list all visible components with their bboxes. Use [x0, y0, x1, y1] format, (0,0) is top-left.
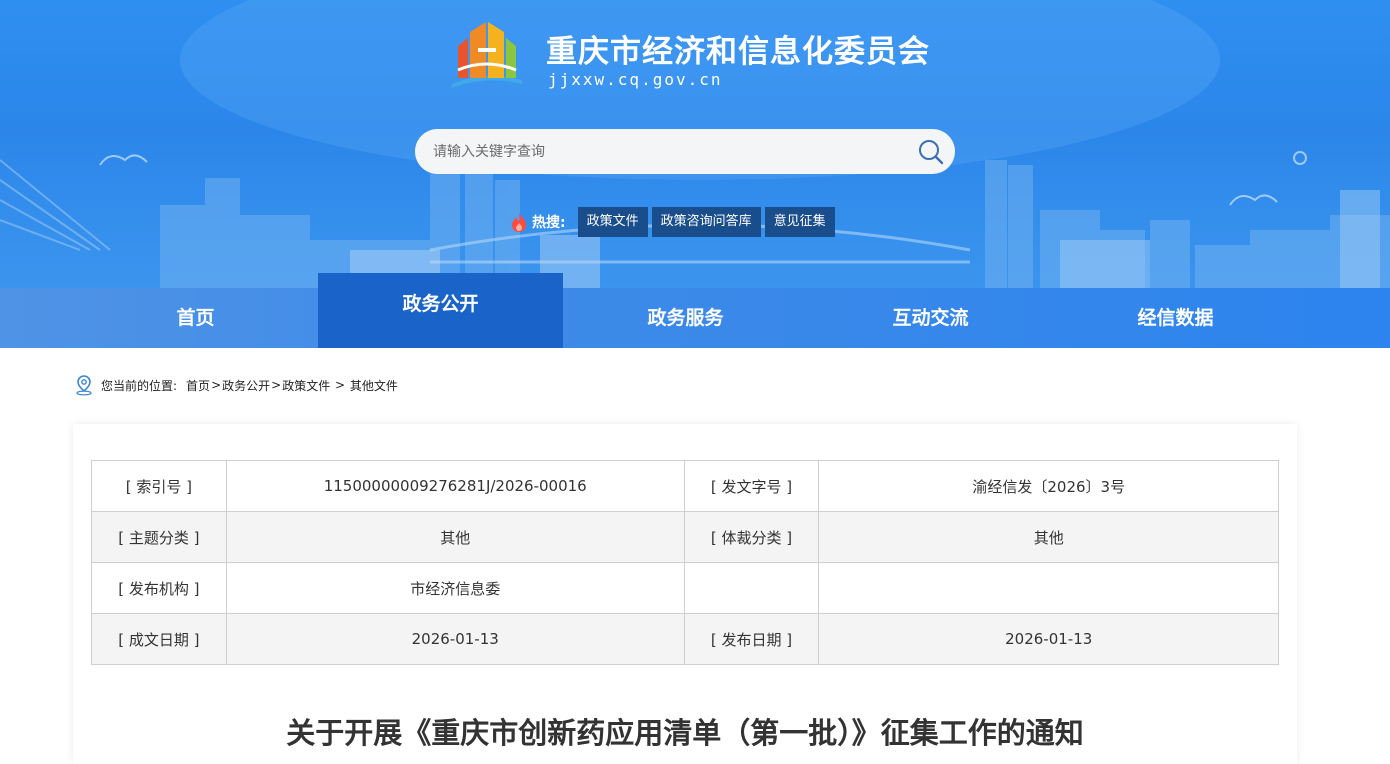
- hot-tag-policy-qa[interactable]: 政策咨询问答库: [651, 207, 761, 237]
- document-title: 关于开展《重庆市创新药应用清单（第一批）》征集工作的通知: [286, 716, 1084, 750]
- empty-cell: [683, 562, 820, 614]
- hot-search-bar: 热搜: 政策文件 政策咨询问答库 意见征集: [510, 207, 839, 237]
- document-metadata-table: [ 索引号 ] 11500000009276281J/2026-00016 [ …: [91, 460, 1279, 665]
- nav-government-services[interactable]: 政务服务: [563, 288, 808, 348]
- breadcrumb-separator: >: [211, 378, 222, 392]
- label-index-number: [ 索引号 ]: [91, 460, 227, 512]
- flame-icon: [512, 213, 526, 232]
- label-genre-category: [ 体裁分类 ]: [683, 511, 820, 563]
- breadcrumb-government-affairs[interactable]: 政务公开: [222, 377, 270, 394]
- value-issuing-agency: 市经济信息委: [225, 562, 685, 614]
- breadcrumb-separator: >: [271, 378, 282, 392]
- breadcrumb-other-documents[interactable]: 其他文件: [350, 377, 398, 394]
- breadcrumb-separator: >: [331, 378, 349, 392]
- hot-tag-policy-documents[interactable]: 政策文件: [577, 207, 648, 237]
- breadcrumb-policy-documents[interactable]: 政策文件: [282, 377, 330, 394]
- value-index-number: 11500000009276281J/2026-00016: [225, 460, 685, 512]
- label-issuing-agency: [ 发布机构 ]: [91, 562, 227, 614]
- hot-search-label: 热搜:: [532, 215, 566, 231]
- value-publish-date: 2026-01-13: [818, 613, 1279, 665]
- value-written-date: 2026-01-13: [225, 613, 685, 665]
- site-domain: jjxxw.cq.gov.cn: [548, 70, 723, 89]
- site-logo: [452, 22, 522, 88]
- label-document-number: [ 发文字号 ]: [683, 460, 820, 512]
- label-written-date: [ 成文日期 ]: [91, 613, 227, 665]
- value-subject-category: 其他: [225, 511, 685, 563]
- main-nav: 首页 政务公开 政务服务 互动交流 经信数据: [0, 273, 1390, 348]
- header-banner: 重庆市经济和信息化委员会 jjxxw.cq.gov.cn 热搜: 政策文件 政策…: [0, 0, 1390, 288]
- site-title: 重庆市经济和信息化委员会: [546, 34, 930, 70]
- nav-interaction[interactable]: 互动交流: [808, 288, 1053, 348]
- value-document-number: 渝经信发〔2026〕3号: [818, 460, 1279, 512]
- nav-government-affairs-disclosure[interactable]: 政务公开: [318, 273, 563, 348]
- nav-economic-data[interactable]: 经信数据: [1053, 288, 1298, 348]
- search-input[interactable]: [433, 137, 903, 166]
- value-genre-category: 其他: [818, 511, 1279, 563]
- hot-tag-opinion-collection[interactable]: 意见征集: [764, 207, 835, 237]
- empty-cell: [818, 562, 1279, 614]
- breadcrumb: 您当前的位置: 首页 > 政务公开 > 政策文件 > 其他文件: [73, 374, 398, 396]
- document-card: [ 索引号 ] 11500000009276281J/2026-00016 [ …: [73, 424, 1297, 764]
- location-pin-icon: [76, 375, 92, 396]
- label-publish-date: [ 发布日期 ]: [683, 613, 820, 665]
- search-box: [415, 129, 955, 174]
- search-icon[interactable]: [917, 138, 945, 166]
- breadcrumb-prefix: 您当前的位置:: [101, 378, 178, 393]
- table-row: [ 发布机构 ] 市经济信息委: [91, 562, 1279, 614]
- table-row: [ 成文日期 ] 2026-01-13 [ 发布日期 ] 2026-01-13: [91, 613, 1279, 665]
- table-row: [ 索引号 ] 11500000009276281J/2026-00016 [ …: [91, 460, 1279, 512]
- table-row: [ 主题分类 ] 其他 [ 体裁分类 ] 其他: [91, 511, 1279, 563]
- label-subject-category: [ 主题分类 ]: [91, 511, 227, 563]
- nav-home[interactable]: 首页: [73, 288, 318, 348]
- breadcrumb-home[interactable]: 首页: [186, 377, 210, 394]
